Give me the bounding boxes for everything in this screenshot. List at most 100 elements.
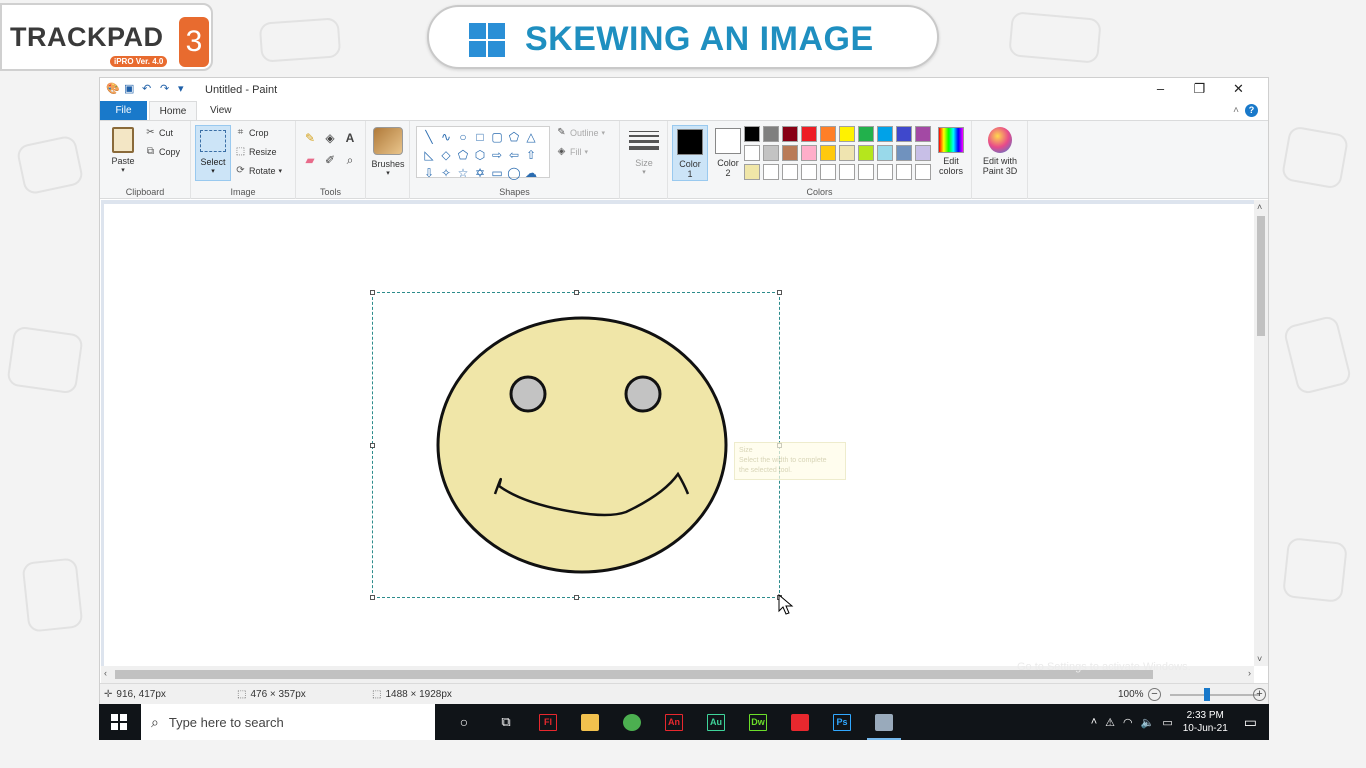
palette-swatch-24[interactable] <box>820 164 836 180</box>
edit-with-paint3d-button[interactable]: Edit with Paint 3D <box>976 124 1024 176</box>
right-triangle-shape-icon[interactable]: ◺ <box>421 147 437 163</box>
size-dropdown-icon[interactable]: ▾ <box>626 168 662 176</box>
five-point-star-shape-icon[interactable]: ☆ <box>455 165 471 181</box>
palette-swatch-29[interactable] <box>915 164 931 180</box>
fill-button[interactable]: ◈ Fill ▾ <box>556 146 588 157</box>
palette-swatch-17[interactable] <box>877 145 893 161</box>
volume-icon[interactable]: 🔈 <box>1141 716 1155 729</box>
size-button[interactable]: Size ▾ <box>626 127 662 176</box>
taskbar-flash-icon[interactable]: Fl <box>527 704 569 740</box>
palette-swatch-6[interactable] <box>858 126 874 142</box>
palette-swatch-1[interactable] <box>763 126 779 142</box>
zoom-out-button[interactable]: − <box>1148 688 1161 701</box>
oval-callout-shape-icon[interactable]: ◯ <box>506 165 522 181</box>
magnifier-icon[interactable]: ⌕ <box>342 153 358 167</box>
palette-swatch-4[interactable] <box>820 126 836 142</box>
palette-swatch-23[interactable] <box>801 164 817 180</box>
save-icon[interactable]: ▣ <box>124 83 136 95</box>
help-icon[interactable]: ? <box>1245 104 1258 117</box>
palette-swatch-0[interactable] <box>744 126 760 142</box>
brushes-dropdown-icon[interactable]: ▾ <box>370 169 406 177</box>
wifi-icon[interactable]: ◠ <box>1123 716 1133 729</box>
file-menu[interactable]: File <box>100 101 147 120</box>
palette-swatch-20[interactable] <box>744 164 760 180</box>
rectangle-shape-icon[interactable]: □ <box>472 129 488 145</box>
palette-swatch-19[interactable] <box>915 145 931 161</box>
eraser-icon[interactable]: ▰ <box>302 153 318 167</box>
palette-swatch-12[interactable] <box>782 145 798 161</box>
cloud-callout-shape-icon[interactable]: ☁ <box>523 165 539 181</box>
palette-swatch-3[interactable] <box>801 126 817 142</box>
palette-swatch-11[interactable] <box>763 145 779 161</box>
resize-button[interactable]: ⬚ Resize <box>235 146 277 157</box>
undo-icon[interactable]: ↶ <box>142 83 154 95</box>
color2-button[interactable]: Color 2 <box>710 125 746 181</box>
color-picker-icon[interactable]: ✐ <box>322 153 338 167</box>
taskbar-acrobat-icon[interactable] <box>779 704 821 740</box>
left-arrow-shape-icon[interactable]: ⇦ <box>506 147 522 163</box>
cortana-icon[interactable]: ○ <box>443 704 485 740</box>
selection-box[interactable] <box>370 290 782 600</box>
select-dropdown-icon[interactable]: ▾ <box>196 167 230 175</box>
clock[interactable]: 2:33 PM 10-Jun-21 <box>1183 709 1228 735</box>
palette-swatch-5[interactable] <box>839 126 855 142</box>
palette-swatch-7[interactable] <box>877 126 893 142</box>
palette-swatch-16[interactable] <box>858 145 874 161</box>
selection-handle-t[interactable] <box>574 290 579 295</box>
minimize-button[interactable]: – <box>1141 80 1180 98</box>
taskbar-file-explorer-icon[interactable] <box>569 704 611 740</box>
selection-handle-tl[interactable] <box>370 290 375 295</box>
hexagon-shape-icon[interactable]: ⬡ <box>472 147 488 163</box>
taskbar-search[interactable]: ⌕ Type here to search <box>141 704 435 740</box>
rounded-rect-shape-icon[interactable]: ▢ <box>489 129 505 145</box>
taskbar-chrome-icon[interactable] <box>611 704 653 740</box>
palette-swatch-2[interactable] <box>782 126 798 142</box>
paste-dropdown-icon[interactable]: ▾ <box>108 166 138 174</box>
palette-swatch-8[interactable] <box>896 126 912 142</box>
zoom-in-button[interactable]: + <box>1253 688 1266 701</box>
triangle-shape-icon[interactable]: △ <box>523 129 539 145</box>
oval-shape-icon[interactable]: ○ <box>455 129 471 145</box>
rect-callout-shape-icon[interactable]: ▭ <box>489 165 505 181</box>
color1-button[interactable]: Color 1 <box>672 125 708 181</box>
paste-button[interactable]: Paste ▾ <box>108 127 138 174</box>
palette-swatch-18[interactable] <box>896 145 912 161</box>
tray-overflow-icon[interactable]: ˄ <box>1091 716 1097 728</box>
palette-swatch-22[interactable] <box>782 164 798 180</box>
curve-shape-icon[interactable]: ∿ <box>438 129 454 145</box>
diamond-shape-icon[interactable]: ◇ <box>438 147 454 163</box>
up-arrow-shape-icon[interactable]: ⇧ <box>523 147 539 163</box>
scroll-right-icon[interactable]: › <box>1248 668 1251 678</box>
right-arrow-shape-icon[interactable]: ⇨ <box>489 147 505 163</box>
six-point-star-shape-icon[interactable]: ✡ <box>472 165 488 181</box>
network-alert-icon[interactable]: ⚠ <box>1105 716 1115 729</box>
polygon-shape-icon[interactable]: ⬠ <box>506 129 522 145</box>
select-button[interactable]: Select ▾ <box>195 125 231 181</box>
down-arrow-shape-icon[interactable]: ⇩ <box>421 165 437 181</box>
customize-qa-icon[interactable]: ▾ <box>178 83 190 95</box>
palette-swatch-9[interactable] <box>915 126 931 142</box>
rotate-button[interactable]: ⟳ Rotate ▾ <box>235 165 282 176</box>
palette-swatch-28[interactable] <box>896 164 912 180</box>
taskbar-audition-icon[interactable]: Au <box>695 704 737 740</box>
four-point-star-shape-icon[interactable]: ✧ <box>438 165 454 181</box>
windows-start-icon[interactable] <box>111 714 127 730</box>
redo-icon[interactable]: ↷ <box>160 83 172 95</box>
copy-button[interactable]: ⧉ Copy <box>145 146 180 157</box>
selection-handle-b[interactable] <box>574 595 579 600</box>
text-tool-icon[interactable]: A <box>342 131 358 145</box>
palette-swatch-26[interactable] <box>858 164 874 180</box>
crop-button[interactable]: ⌗ Crop <box>235 127 269 138</box>
taskbar-animate-icon[interactable]: An <box>653 704 695 740</box>
scroll-down-icon[interactable]: ˅ <box>1257 654 1262 664</box>
selection-handle-bl[interactable] <box>370 595 375 600</box>
palette-swatch-21[interactable] <box>763 164 779 180</box>
palette-swatch-13[interactable] <box>801 145 817 161</box>
close-button[interactable]: ✕ <box>1219 80 1258 98</box>
horizontal-scroll-thumb[interactable] <box>115 670 1153 679</box>
zoom-slider[interactable] <box>1170 694 1260 696</box>
selection-handle-tr[interactable] <box>777 290 782 295</box>
palette-swatch-15[interactable] <box>839 145 855 161</box>
drawing-canvas[interactable]: Size Select the width to complete the se… <box>104 204 1254 666</box>
palette-swatch-14[interactable] <box>820 145 836 161</box>
